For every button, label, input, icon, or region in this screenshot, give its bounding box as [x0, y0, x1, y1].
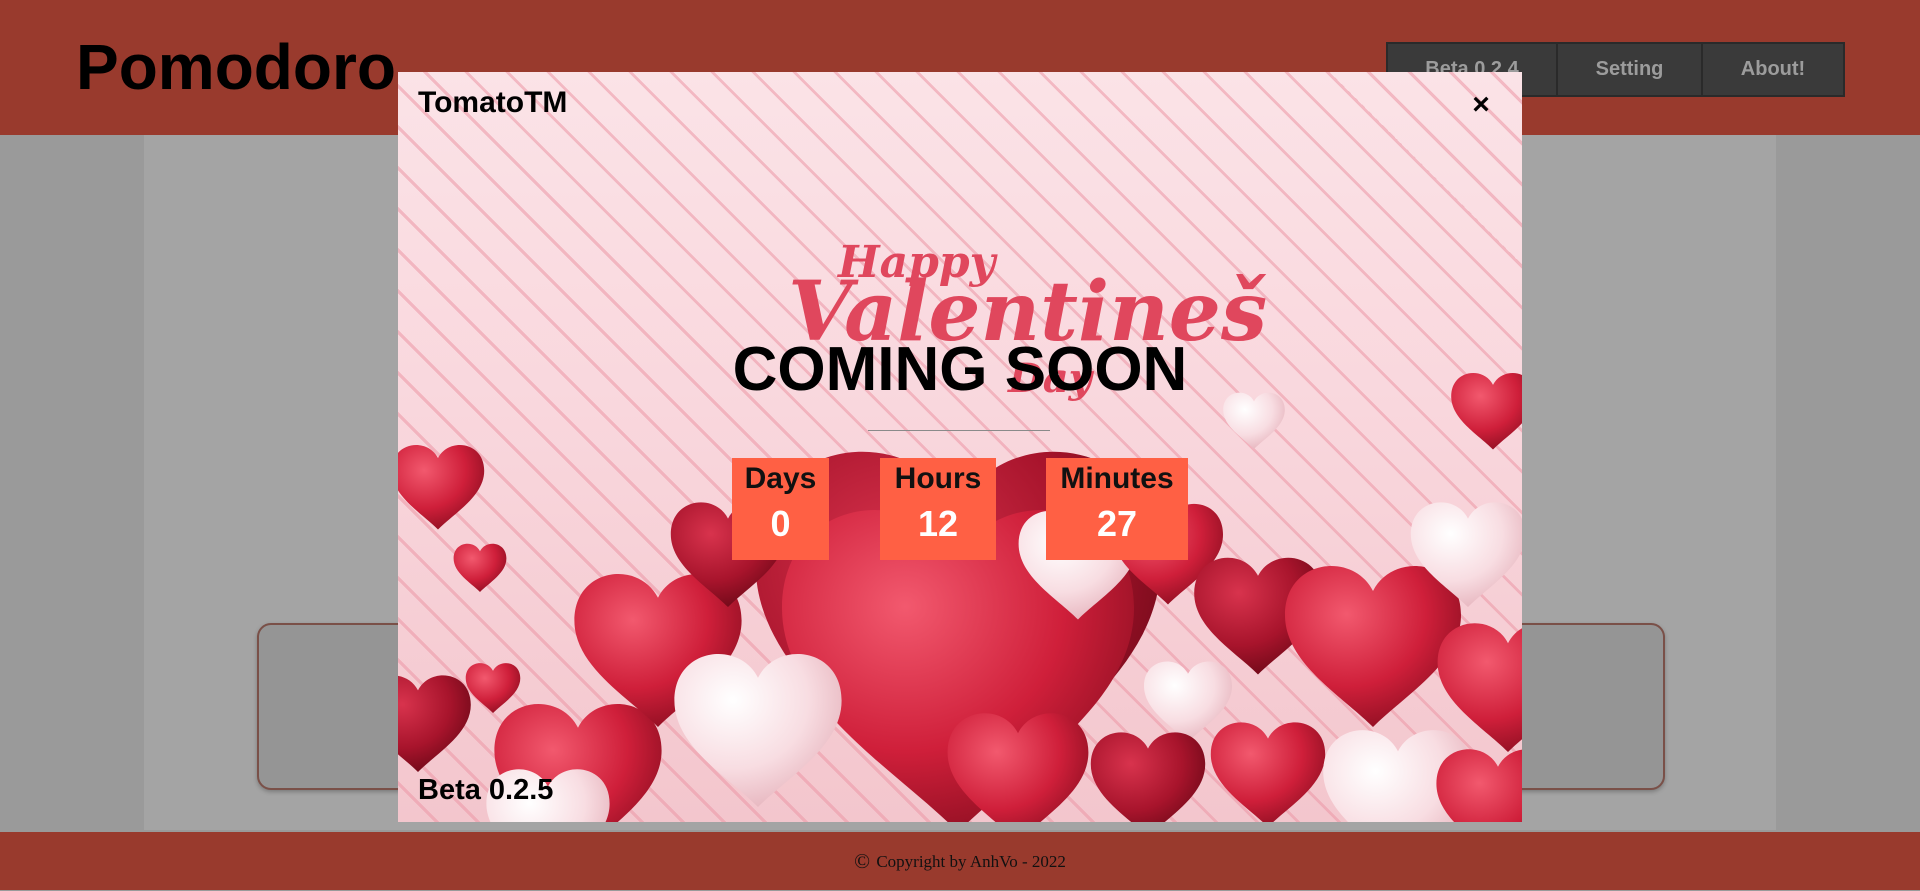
version-label: Beta 0.2.5	[418, 774, 554, 806]
countdown-days-value: 0	[770, 503, 791, 544]
countdown-hours: Hours 12	[880, 458, 996, 560]
countdown-hours-label: Hours	[894, 462, 982, 495]
footer: © Copyright by AnhVo - 2022	[0, 832, 1920, 890]
countdown-minutes-label: Minutes	[1060, 462, 1174, 495]
countdown-days: Days 0	[732, 458, 829, 560]
copyright-icon: ©	[854, 849, 871, 873]
modal-title: TomatoTM	[418, 86, 568, 119]
countdown-minutes-value: 27	[1096, 503, 1138, 544]
app-title: Pomodoro	[76, 31, 396, 103]
about-button[interactable]: About!	[1703, 44, 1843, 95]
valentines-artwork: Happy Valentineš Day	[398, 237, 1522, 822]
announcement-modal: Happy Valentineš Day TomatoTM × COMING S…	[398, 72, 1522, 822]
divider	[868, 430, 1050, 431]
copyright-text: Copyright by AnhVo - 2022	[876, 852, 1066, 871]
close-icon[interactable]: ×	[1466, 90, 1496, 120]
countdown-days-label: Days	[744, 462, 817, 495]
setting-button[interactable]: Setting	[1558, 44, 1703, 95]
countdown-hours-value: 12	[917, 503, 959, 544]
countdown-minutes: Minutes 27	[1046, 458, 1188, 560]
coming-soon-heading: COMING SOON	[732, 335, 1188, 404]
